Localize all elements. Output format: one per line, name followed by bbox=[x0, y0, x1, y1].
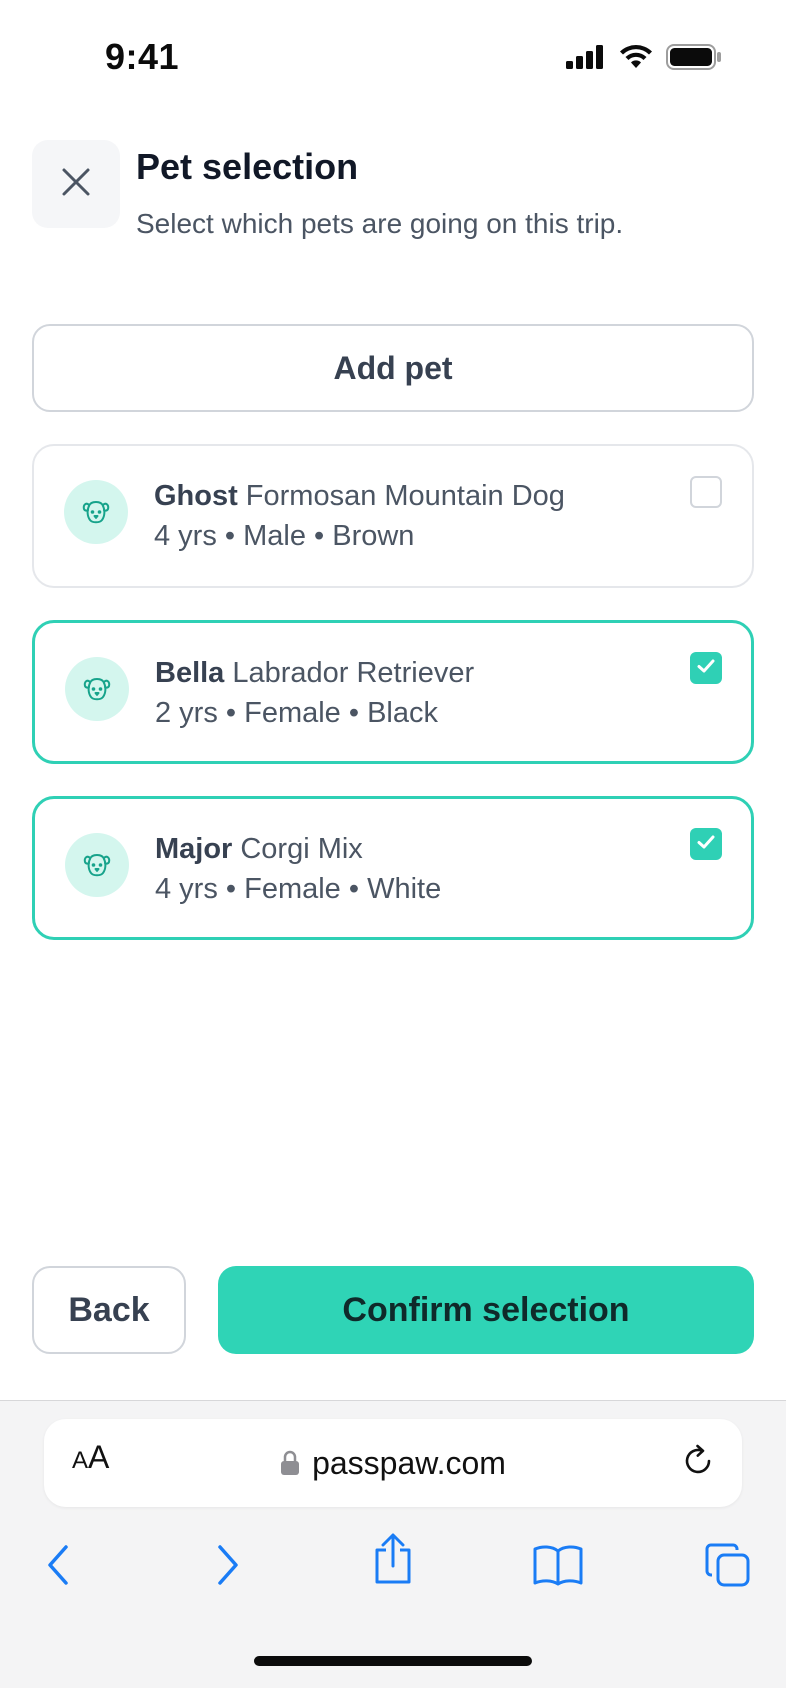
close-icon bbox=[60, 166, 92, 203]
page-subtitle: Select which pets are going on this trip… bbox=[136, 208, 624, 239]
pet-card-ghost[interactable]: Ghost Formosan Mountain Dog 4 yrs • Male … bbox=[32, 444, 754, 588]
checkmark-icon bbox=[695, 831, 717, 858]
checkmark-icon bbox=[695, 655, 717, 682]
pet-list: Ghost Formosan Mountain Dog 4 yrs • Male … bbox=[32, 444, 754, 972]
status-icons bbox=[566, 44, 722, 75]
lock-icon bbox=[280, 1447, 300, 1484]
tabs-icon[interactable] bbox=[700, 1537, 756, 1593]
browser-toolbar bbox=[0, 1533, 786, 1617]
pet-title: Major Corgi Mix bbox=[155, 833, 363, 866]
pet-details: 2 yrs • Female • Black bbox=[155, 697, 438, 729]
dog-avatar-icon bbox=[65, 833, 129, 897]
wifi-icon bbox=[618, 44, 654, 75]
add-pet-button[interactable]: Add pet bbox=[32, 324, 754, 412]
pet-breed: Labrador Retriever bbox=[232, 657, 475, 689]
share-icon[interactable] bbox=[365, 1531, 421, 1587]
browser-back-icon[interactable] bbox=[30, 1537, 86, 1593]
back-button[interactable]: Back bbox=[32, 1266, 186, 1354]
pet-breed: Formosan Mountain Dog bbox=[245, 480, 565, 512]
home-indicator bbox=[254, 1656, 532, 1666]
confirm-selection-button[interactable]: Confirm selection bbox=[218, 1266, 754, 1354]
page-title: Pet selection bbox=[136, 146, 359, 187]
cellular-signal-icon bbox=[566, 45, 606, 74]
pet-name: Bella bbox=[155, 657, 225, 689]
pet-breed: Corgi Mix bbox=[240, 833, 363, 865]
pet-name: Major bbox=[155, 833, 233, 865]
url-text: passpaw.com bbox=[312, 1445, 506, 1481]
pet-card-bella[interactable]: Bella Labrador Retriever 2 yrs • Female •… bbox=[32, 620, 754, 764]
close-button[interactable] bbox=[32, 140, 120, 228]
pet-name: Ghost bbox=[154, 480, 238, 512]
bookmarks-icon[interactable] bbox=[530, 1537, 586, 1593]
status-bar: 9:41 bbox=[0, 0, 786, 118]
pet-title: Bella Labrador Retriever bbox=[155, 657, 474, 690]
dog-avatar-icon bbox=[64, 480, 128, 544]
pet-checkbox[interactable] bbox=[690, 652, 722, 684]
address-bar[interactable]: AA passpaw.com bbox=[44, 1419, 742, 1507]
pet-details: 4 yrs • Male • Brown bbox=[154, 520, 415, 552]
browser-forward-icon[interactable] bbox=[200, 1537, 256, 1593]
reload-icon[interactable] bbox=[680, 1443, 716, 1484]
pet-title: Ghost Formosan Mountain Dog bbox=[154, 480, 565, 513]
pet-checkbox[interactable] bbox=[690, 828, 722, 860]
dog-avatar-icon bbox=[65, 657, 129, 721]
pet-checkbox[interactable] bbox=[690, 476, 722, 508]
status-time: 9:41 bbox=[105, 36, 180, 77]
battery-icon bbox=[666, 44, 722, 75]
pet-details: 4 yrs • Female • White bbox=[155, 873, 442, 905]
browser-bar: AA passpaw.com bbox=[0, 1400, 786, 1688]
url-display: passpaw.com bbox=[44, 1445, 742, 1484]
pet-card-major[interactable]: Major Corgi Mix 4 yrs • Female • White bbox=[32, 796, 754, 940]
